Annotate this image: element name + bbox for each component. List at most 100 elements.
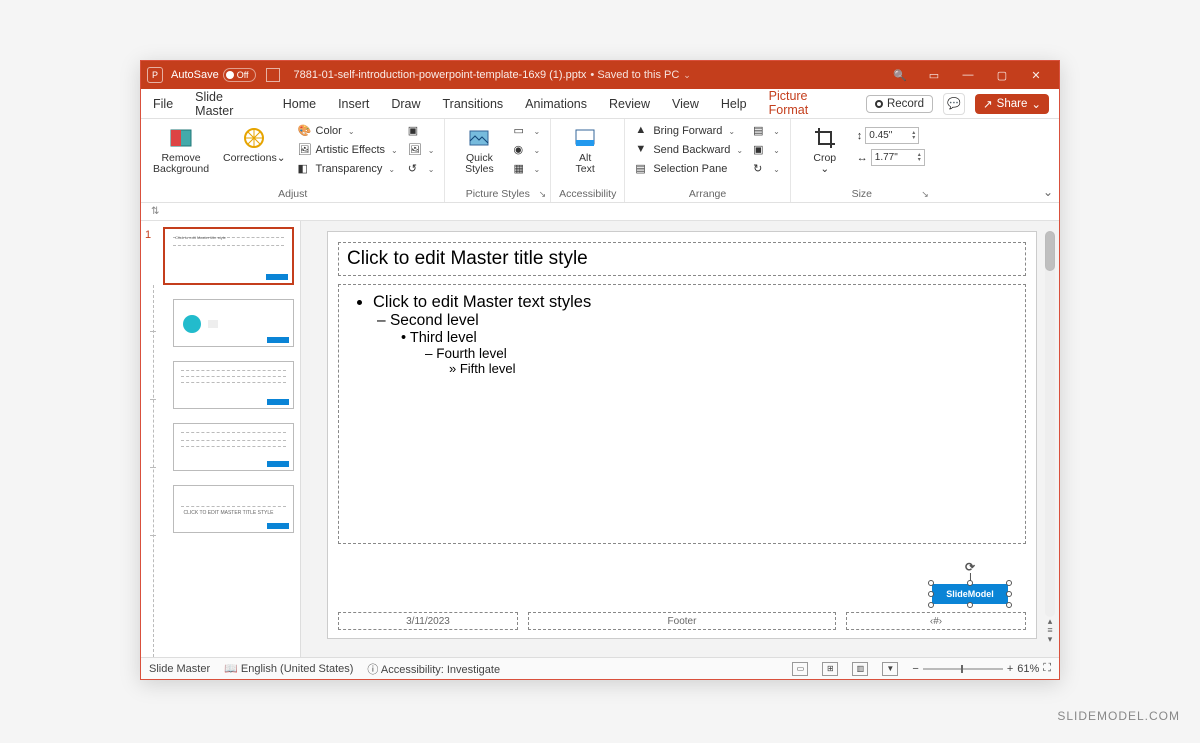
tab-slide-master[interactable]: Slide Master — [193, 86, 263, 122]
dialog-launcher-icon[interactable]: ↘ — [921, 189, 929, 200]
color-button[interactable]: 🎨Color⌄ — [296, 123, 400, 139]
zoom-slider[interactable] — [923, 668, 1003, 670]
group-label: Picture Styles↘ — [453, 187, 542, 200]
slide-editor[interactable]: Click to edit Master title style Click t… — [301, 221, 1059, 657]
title-placeholder[interactable]: Click to edit Master title style — [338, 242, 1026, 276]
tab-view[interactable]: View — [670, 93, 701, 115]
view-status: Slide Master — [149, 663, 210, 675]
group-label: Accessibility — [559, 187, 616, 200]
zoom-value[interactable]: 61% — [1017, 663, 1039, 675]
selected-logo-image[interactable]: ⟳ SlideModel — [932, 584, 1008, 604]
text-level-1: Click to edit Master text styles — [373, 293, 1011, 312]
layout-thumbnail[interactable] — [173, 299, 294, 347]
reading-view-icon[interactable]: ▥ — [852, 662, 868, 676]
layout-thumbnail[interactable] — [173, 361, 294, 409]
height-input[interactable]: ↕0.45"▴▾ — [857, 127, 925, 144]
remove-background-button[interactable]: Remove Background — [149, 123, 213, 177]
resize-handle[interactable] — [1006, 602, 1012, 608]
minimize-button[interactable]: — — [951, 69, 985, 81]
prev-slide-icon[interactable]: ▴ — [1045, 617, 1055, 625]
tab-file[interactable]: File — [151, 93, 175, 115]
page-number-placeholder[interactable]: ‹#› — [846, 612, 1026, 630]
rotate-button[interactable]: ↻⌄ — [751, 161, 782, 177]
save-icon[interactable] — [266, 68, 280, 82]
accessibility-button[interactable]: ⓘ Accessibility: Investigate — [367, 661, 500, 677]
tab-insert[interactable]: Insert — [336, 93, 371, 115]
zoom-control[interactable]: − + 61% ⛶ — [912, 662, 1051, 675]
layout-thumbnail[interactable] — [173, 423, 294, 471]
date-placeholder[interactable]: 3/11/2023 — [338, 612, 518, 630]
compress-pictures-button[interactable]: ▣ — [406, 123, 437, 139]
saved-state[interactable]: • Saved to this PC — [590, 69, 679, 81]
collapse-ribbon-icon[interactable]: ⌄ — [1043, 185, 1053, 199]
resize-handle[interactable] — [1006, 591, 1012, 597]
language-button[interactable]: 📖 English (United States) — [224, 662, 353, 675]
toggle-knob-icon — [226, 71, 234, 79]
zoom-in-icon[interactable]: + — [1007, 663, 1013, 675]
resize-handle[interactable] — [928, 580, 934, 586]
resize-handle[interactable] — [928, 591, 934, 597]
close-button[interactable]: ✕ — [1019, 69, 1053, 82]
change-picture-button[interactable]: 🖼⌄ — [406, 142, 437, 158]
slide-sorter-icon[interactable]: ⊞ — [822, 662, 838, 676]
crop-button[interactable]: Crop⌄ — [799, 123, 851, 177]
selection-pane-button[interactable]: ▤Selection Pane — [633, 161, 745, 177]
tab-help[interactable]: Help — [719, 93, 749, 115]
thumbnail-pane[interactable]: 1 Click to edit Master title style — [141, 221, 301, 657]
next-slide-icon[interactable]: ▾ — [1045, 635, 1055, 643]
ribbon-display-icon[interactable]: ▭ — [917, 69, 951, 82]
fit-to-window-icon[interactable]: ⛶ — [1043, 662, 1051, 675]
tab-animations[interactable]: Animations — [523, 93, 589, 115]
effects-icon: ◉ — [513, 143, 527, 157]
group-label: Arrange — [633, 187, 781, 200]
rotate-handle-icon[interactable]: ⟳ — [965, 560, 975, 574]
layout-tree-line — [153, 285, 154, 657]
picture-effects-button[interactable]: ◉⌄ — [511, 142, 542, 158]
resize-handle[interactable] — [1006, 580, 1012, 586]
record-button[interactable]: Record — [866, 95, 933, 113]
quick-styles-button[interactable]: Quick Styles — [453, 123, 505, 177]
bring-forward-button[interactable]: ▲Bring Forward⌄ — [633, 123, 745, 139]
footer-placeholder[interactable]: Footer — [528, 612, 836, 630]
tab-draw[interactable]: Draw — [389, 93, 422, 115]
share-button[interactable]: ↗ Share ⌄ — [975, 94, 1049, 114]
vertical-scrollbar[interactable] — [1045, 231, 1055, 617]
reset-picture-button[interactable]: ↺⌄ — [406, 161, 437, 177]
resize-handle[interactable] — [967, 602, 973, 608]
picture-layout-button[interactable]: ▦⌄ — [511, 161, 542, 177]
slideshow-icon[interactable]: ▼ — [882, 662, 898, 676]
tab-picture-format[interactable]: Picture Format — [767, 85, 848, 123]
corrections-button[interactable]: Corrections⌄ — [219, 123, 290, 166]
dialog-launcher-icon[interactable]: ↘ — [539, 189, 547, 200]
slide-canvas[interactable]: Click to edit Master title style Click t… — [327, 231, 1037, 639]
width-input[interactable]: ↔1.77"▴▾ — [857, 149, 925, 166]
send-backward-button[interactable]: ▼Send Backward⌄ — [633, 142, 745, 158]
autosave-toggle[interactable]: Off — [223, 68, 256, 82]
alt-text-button[interactable]: Alt Text — [559, 123, 611, 177]
resize-handle[interactable] — [967, 580, 973, 586]
resize-handle[interactable] — [928, 602, 934, 608]
work-area: 1 Click to edit Master title style — [141, 221, 1059, 657]
tab-home[interactable]: Home — [281, 93, 318, 115]
crop-icon — [812, 125, 838, 151]
normal-view-icon[interactable]: ▭ — [792, 662, 808, 676]
ribbon-tabs: File Slide Master Home Insert Draw Trans… — [141, 89, 1059, 119]
group-button[interactable]: ▣⌄ — [751, 142, 782, 158]
maximize-button[interactable]: ▢ — [985, 69, 1019, 82]
picture-border-button[interactable]: ▭⌄ — [511, 123, 542, 139]
transparency-button[interactable]: ◧Transparency⌄ — [296, 161, 400, 177]
group-label: Adjust — [149, 187, 436, 200]
qat-handle-icon[interactable]: ⇅ — [151, 206, 159, 217]
align-button[interactable]: ▤⌄ — [751, 123, 782, 139]
chevron-down-icon[interactable]: ⌄ — [683, 70, 691, 81]
layout-thumbnail[interactable]: CLICK TO EDIT MASTER TITLE STYLE — [173, 485, 294, 533]
body-placeholder[interactable]: Click to edit Master text styles Second … — [338, 284, 1026, 544]
artistic-effects-button[interactable]: 🖼Artistic Effects⌄ — [296, 142, 400, 158]
zoom-out-icon[interactable]: − — [912, 663, 918, 675]
tab-transitions[interactable]: Transitions — [441, 93, 506, 115]
autosave-state: Off — [237, 70, 249, 80]
search-icon[interactable]: 🔍 — [883, 69, 917, 82]
master-thumbnail[interactable]: Click to edit Master title style — [163, 227, 294, 285]
comments-icon[interactable]: 💬 — [943, 93, 965, 115]
tab-review[interactable]: Review — [607, 93, 652, 115]
